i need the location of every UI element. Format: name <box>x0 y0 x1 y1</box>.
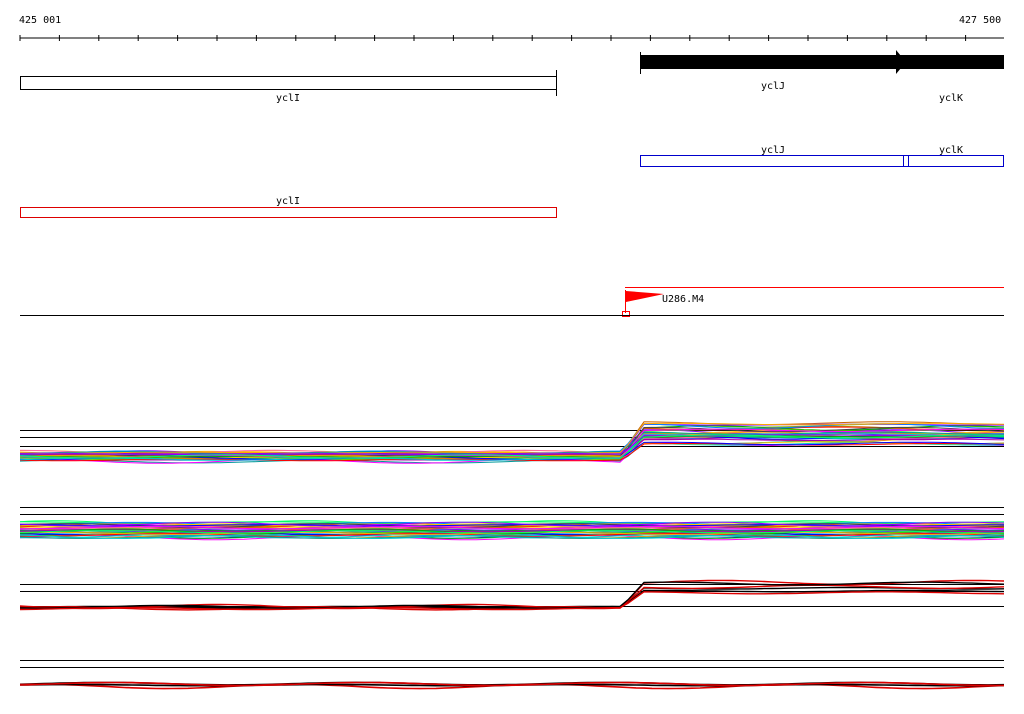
gene-yclk[interactable] <box>904 55 1004 69</box>
ruler-end-label: 427 500 <box>959 15 1001 26</box>
gene-ycli-label: yclI <box>276 93 300 104</box>
blue-track-label-yclj: yclJ <box>761 145 785 156</box>
marker-flag-icon[interactable] <box>626 291 664 302</box>
red-track-box[interactable] <box>20 207 557 218</box>
expression-panel-2 <box>19 507 1005 541</box>
gene-ycli[interactable] <box>20 76 557 90</box>
expression-panel-3 <box>19 579 1005 611</box>
expression-panel-4 <box>19 660 1005 690</box>
red-track-label-ycli: yclI <box>276 196 300 207</box>
genome-browser: 425 001 427 500 yclI yclJ yclK yclJ yclK… <box>19 15 1005 690</box>
gene-yclj-label: yclJ <box>761 81 785 92</box>
marker-label: U286.M4 <box>662 294 704 305</box>
ruler-start-label: 425 001 <box>19 15 61 26</box>
expression-panel-1 <box>19 421 1005 464</box>
gene-yclk-label: yclK <box>939 93 963 104</box>
blue-track-label-yclk: yclK <box>939 145 963 156</box>
blue-track-box[interactable] <box>640 155 1004 167</box>
gene-yclj[interactable] <box>640 55 904 69</box>
